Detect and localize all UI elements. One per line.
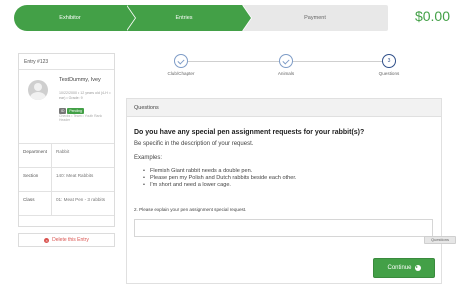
progress-label-questions: Questions (378, 71, 400, 76)
info-row-section: Section 140: Meat Rabbits (19, 168, 114, 192)
continue-button[interactable]: Continue (373, 258, 435, 278)
panel-title: Questions (127, 99, 441, 117)
close-icon: × (44, 237, 50, 243)
side-tag[interactable]: Questions (424, 236, 456, 244)
info-value: 01: Meat Pen - 3 rabbits (56, 197, 106, 202)
exhibitor-summary: TestDummy, Ivey 10/22/2000 • 12 years ol… (19, 70, 114, 144)
cart-total: $0.00 (414, 8, 450, 24)
progress-step-animals[interactable] (279, 54, 293, 68)
pen-request-field[interactable] (134, 219, 433, 237)
arrow-right-icon (414, 265, 421, 271)
info-key: Section (19, 168, 52, 191)
info-value: Rabbit (56, 149, 70, 154)
checkout-wizard: Exhibitor Entries Payment (14, 5, 388, 31)
question-heading: Do you have any special pen assignment r… (134, 129, 365, 136)
entry-title: Entry #123 (19, 54, 114, 70)
wizard-step-payment[interactable]: Payment (242, 5, 388, 31)
continue-label: Continue (387, 265, 412, 271)
progress-step-club[interactable] (174, 54, 188, 68)
pen-request-label: 2. Please explain your pen assignment sp… (134, 207, 247, 212)
step-number: 3 (387, 58, 391, 64)
progress-label-club: Club/Chapter (167, 71, 195, 76)
wizard-step-exhibitor[interactable]: Exhibitor (14, 5, 136, 31)
exhibitor-links[interactable]: Checks • Team • Youth Rank Header (59, 114, 113, 123)
avatar (28, 80, 48, 100)
question-description: Be specific in the description of your r… (134, 141, 254, 147)
list-item: I'm short and need a lower cage. (143, 182, 296, 189)
wizard-step-label: Exhibitor (59, 15, 81, 21)
wizard-step-label: Payment (304, 15, 326, 21)
progress-label-animals: Animals (277, 71, 295, 76)
wizard-step-entries[interactable]: Entries (126, 5, 252, 31)
delete-entry-button[interactable]: × Delete this Entry (18, 233, 115, 247)
info-key: Class (19, 192, 52, 215)
progress-step-questions[interactable]: 3 (382, 54, 396, 68)
checkmark-icon (282, 57, 290, 65)
wizard-arrow (242, 5, 251, 31)
info-row-class: Class 01: Meat Pen - 3 rabbits (19, 192, 114, 216)
wizard-step-label: Entries (175, 15, 193, 21)
examples-label: Examples: (134, 155, 163, 161)
info-value: 140: Meat Rabbits (56, 173, 94, 178)
entry-card: Entry #123 TestDummy, Ivey 10/22/2000 • … (18, 53, 115, 227)
checkmark-icon (177, 57, 185, 65)
exhibitor-name[interactable]: TestDummy, Ivey (59, 77, 111, 84)
info-row-department: Department Rabbit (19, 144, 114, 168)
wizard-arrow (126, 5, 135, 31)
info-key: Department (19, 144, 52, 167)
exhibitor-meta: 10/22/2000 • 12 years old (4-H = ear) • … (59, 91, 111, 100)
list-item: Flemish Giant rabbit needs a double pen. (143, 168, 296, 175)
list-item: Please pen my Polish and Dutch rabbits b… (143, 175, 296, 182)
questions-panel: Questions Do you have any special pen as… (126, 98, 442, 284)
delete-entry-label: Delete this Entry (52, 237, 89, 243)
examples-list: Flemish Giant rabbit needs a double pen.… (143, 168, 296, 189)
